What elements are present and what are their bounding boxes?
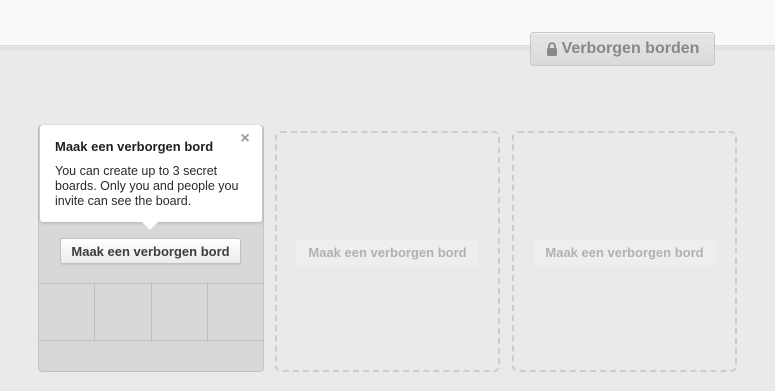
board-thumbnails [39, 283, 263, 341]
board-slot-3: Maak een verborgen bord [512, 131, 737, 372]
create-secret-board-button[interactable]: Maak een verborgen bord [296, 239, 479, 266]
board-thumbnail [39, 284, 96, 340]
lock-icon [546, 41, 558, 57]
tooltip-title: Maak een verborgen bord [55, 139, 214, 154]
close-icon[interactable]: × [237, 131, 253, 147]
board-thumbnail [208, 284, 263, 340]
hidden-boards-button[interactable]: Verborgen borden [530, 32, 715, 66]
hidden-boards-label: Verborgen borden [561, 40, 700, 57]
create-secret-board-button[interactable]: Maak een verborgen bord [533, 239, 716, 266]
board-thumbnail [95, 284, 152, 340]
tooltip-text: You can create up to 3 secret boards. On… [55, 164, 239, 208]
board-slot-2: Maak een verborgen bord [275, 131, 500, 372]
tooltip-arrow [141, 221, 159, 230]
board-thumbnail [152, 284, 208, 340]
secret-board-tooltip: Maak een verborgen bord × You can create… [40, 125, 262, 230]
create-secret-board-button[interactable]: Maak een verborgen bord [60, 238, 241, 264]
